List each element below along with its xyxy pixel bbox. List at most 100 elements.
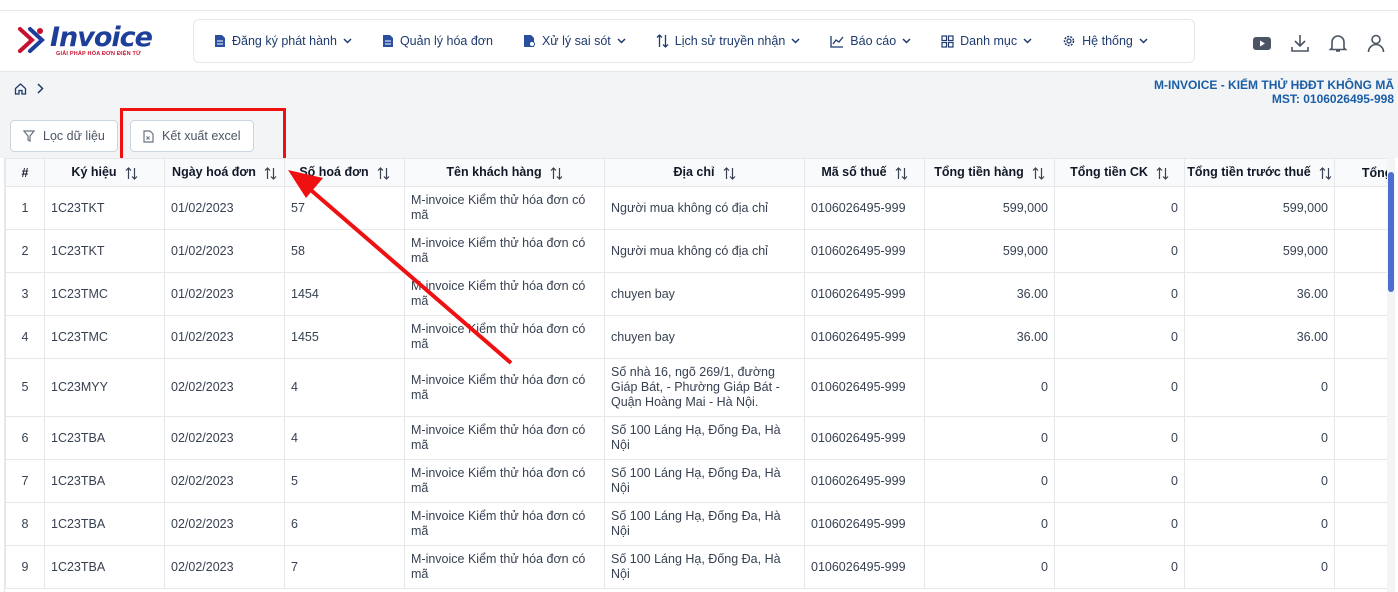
row-index: 8 (5, 502, 45, 546)
tong-tien-hang-cell: 0 (924, 502, 1055, 546)
ten-khach-hang-cell: M-invoice Kiểm thử hóa đơn có mã (404, 229, 605, 273)
column-header-label: Tổng tiền trước thuế (1187, 165, 1311, 180)
row-index: 9 (5, 545, 45, 589)
table-row[interactable]: 4 1C23TMC 01/02/2023 1455 M-invoice Kiểm thử… (5, 315, 1388, 359)
tong-tien-truoc-thue-cell: 0 (1184, 459, 1335, 503)
column-header[interactable]: Số hoá đơn (284, 158, 405, 187)
nav-lich-su-truyen-nhan[interactable]: Lịch sử truyền nhận (656, 34, 801, 48)
ma-so-thue-cell: 0106026495-999 (804, 358, 925, 417)
row-index: 1 (5, 186, 45, 230)
table-row[interactable]: 3 1C23TMC 01/02/2023 1454 M-invoice Kiểm thử… (5, 272, 1388, 316)
download-icon[interactable] (1288, 31, 1312, 55)
table-row[interactable]: 2 1C23TKT 01/02/2023 58 M-invoice Kiểm thử h… (5, 229, 1388, 273)
filter-button[interactable]: Lọc dữ liệu (10, 120, 118, 152)
ky-hieu-cell: 1C23TBA (44, 459, 165, 503)
ky-hieu-cell: 1C23TBA (44, 545, 165, 589)
dia-chi-cell: Số 100 Láng Hạ, Đống Đa, Hà Nội (604, 459, 805, 503)
column-header-label: Tên khách hàng (446, 165, 542, 180)
nav-label: Lịch sử truyền nhận (674, 34, 786, 48)
top-strip (0, 0, 1398, 11)
table-row[interactable]: 1 1C23TKT 01/02/2023 57 M-invoice Kiểm thử h… (5, 186, 1388, 230)
ky-hieu-cell: 1C23TKT (44, 229, 165, 273)
column-header[interactable]: Địa chỉ (604, 158, 805, 187)
row-index: 4 (5, 315, 45, 359)
ten-khach-hang-cell: M-invoice Kiểm thử hóa đơn có mã (404, 315, 605, 359)
tong-tien-hang-cell: 36.00 (924, 315, 1055, 359)
scrollbar-thumb[interactable] (1388, 172, 1394, 292)
nav-bao-cao[interactable]: Báo cáo (830, 34, 911, 48)
nav-label: Báo cáo (850, 34, 897, 48)
dia-chi-cell: Người mua không có địa chỉ (604, 229, 805, 273)
tong-tien-hang-cell: 599,000 (924, 186, 1055, 230)
ngay-hoa-don-cell: 02/02/2023 (164, 358, 285, 417)
ten-khach-hang-cell: M-invoice Kiểm thử hóa đơn có mã (404, 416, 605, 460)
annotation-highlight-box (120, 108, 286, 165)
so-hoa-don-cell: 1454 (284, 272, 405, 316)
vertical-scrollbar[interactable] (1387, 158, 1395, 592)
table-row[interactable]: 5 1C23MYY 02/02/2023 4 M-invoice Kiểm thử hó… (5, 358, 1388, 417)
ma-so-thue-cell: 0106026495-999 (804, 416, 925, 460)
table-row[interactable]: 6 1C23TBA 02/02/2023 4 M-invoice Kiểm thử hó… (5, 416, 1388, 460)
ngay-hoa-don-cell: 01/02/2023 (164, 315, 285, 359)
sort-icon[interactable] (377, 166, 390, 180)
tong-tien-truoc-thue-cell: 0 (1184, 545, 1335, 589)
column-header[interactable]: Ký hiệu (44, 158, 165, 187)
column-header[interactable]: Tổng tiền CK (1054, 158, 1185, 187)
so-hoa-don-cell: 4 (284, 416, 405, 460)
bell-icon[interactable] (1326, 31, 1350, 55)
ngay-hoa-don-cell: 02/02/2023 (164, 416, 285, 460)
tong-tien-ck-cell: 0 (1054, 502, 1185, 546)
sort-icon[interactable] (550, 166, 563, 180)
chevron-down-icon (617, 38, 626, 44)
sort-icon[interactable] (125, 166, 138, 180)
tong-tien-ck-cell: 0 (1054, 186, 1185, 230)
dia-chi-cell: Số 100 Láng Hạ, Đống Đa, Hà Nội (604, 502, 805, 546)
grid-icon (941, 34, 954, 48)
ky-hieu-cell: 1C23MYY (44, 358, 165, 417)
column-header-label: Ngày hoá đơn (172, 165, 256, 180)
tong-tien-truoc-thue-cell: 599,000 (1184, 229, 1335, 273)
sort-icon[interactable] (895, 166, 908, 180)
chevron-down-icon (902, 38, 911, 44)
table-row[interactable]: 8 1C23TBA 02/02/2023 6 M-invoice Kiểm thử hó… (5, 502, 1388, 546)
column-header-label: Tổng tiền (1361, 165, 1388, 180)
column-header[interactable]: Tổng tiền trước thuế (1184, 158, 1335, 187)
breadcrumb-nav (14, 82, 44, 95)
sort-icon[interactable] (1032, 166, 1045, 180)
sort-icon[interactable] (264, 166, 277, 180)
ma-so-thue-cell: 0106026495-999 (804, 186, 925, 230)
column-header-label: Mã số thuế (821, 165, 887, 180)
nav-danh-muc[interactable]: Danh mục (941, 34, 1032, 48)
sort-icon[interactable] (1156, 166, 1169, 180)
column-header[interactable]: Ngày hoá đơn (164, 158, 285, 187)
ngay-hoa-don-cell: 02/02/2023 (164, 459, 285, 503)
tong-tien-truoc-thue-cell: 36.00 (1184, 272, 1335, 316)
tong-tien-cell (1334, 229, 1388, 273)
column-header-label: Tổng tiền CK (1070, 165, 1148, 180)
so-hoa-don-cell: 7 (284, 545, 405, 589)
nav-xu-ly-sai-sot[interactable]: Xử lý sai sót (523, 34, 626, 48)
youtube-icon[interactable] (1250, 31, 1274, 55)
invoice-table: # Ký hiệu Ngày hoá đơn Số hoá đơn Tên khách … (5, 158, 1388, 589)
nav-quan-ly-hoa-don[interactable]: Quản lý hóa đơn (382, 34, 493, 48)
table-row[interactable]: 7 1C23TBA 02/02/2023 5 M-invoice Kiểm thử hó… (5, 459, 1388, 503)
chevron-right-icon (37, 83, 44, 94)
sort-icon[interactable] (1319, 166, 1332, 180)
ngay-hoa-don-cell: 02/02/2023 (164, 502, 285, 546)
document-icon (215, 35, 225, 47)
sort-icon[interactable] (723, 166, 736, 180)
minvoice-logo[interactable]: Invoice GIẢI PHÁP HÓA ĐƠN ĐIỆN TỬ (16, 23, 156, 59)
column-header[interactable]: Tổng tiền hàng (924, 158, 1055, 187)
column-header[interactable]: Tên khách hàng (404, 158, 605, 187)
so-hoa-don-cell: 5 (284, 459, 405, 503)
ma-so-thue-cell: 0106026495-999 (804, 229, 925, 273)
nav-he-thong[interactable]: Hệ thống (1062, 34, 1148, 48)
table-row[interactable]: 9 1C23TBA 02/02/2023 7 M-invoice Kiểm thử hó… (5, 545, 1388, 589)
home-icon[interactable] (14, 82, 27, 95)
company-mst: MST: 0106026495-998 (1271, 92, 1394, 106)
chevron-down-icon (343, 38, 352, 44)
main-nav: Đăng ký phát hành Quản lý hóa đơn Xử lý … (193, 19, 1195, 63)
nav-dang-ky-phat-hanh[interactable]: Đăng ký phát hành (214, 34, 352, 48)
column-header[interactable]: Mã số thuế (804, 158, 925, 187)
user-icon[interactable] (1364, 31, 1388, 55)
